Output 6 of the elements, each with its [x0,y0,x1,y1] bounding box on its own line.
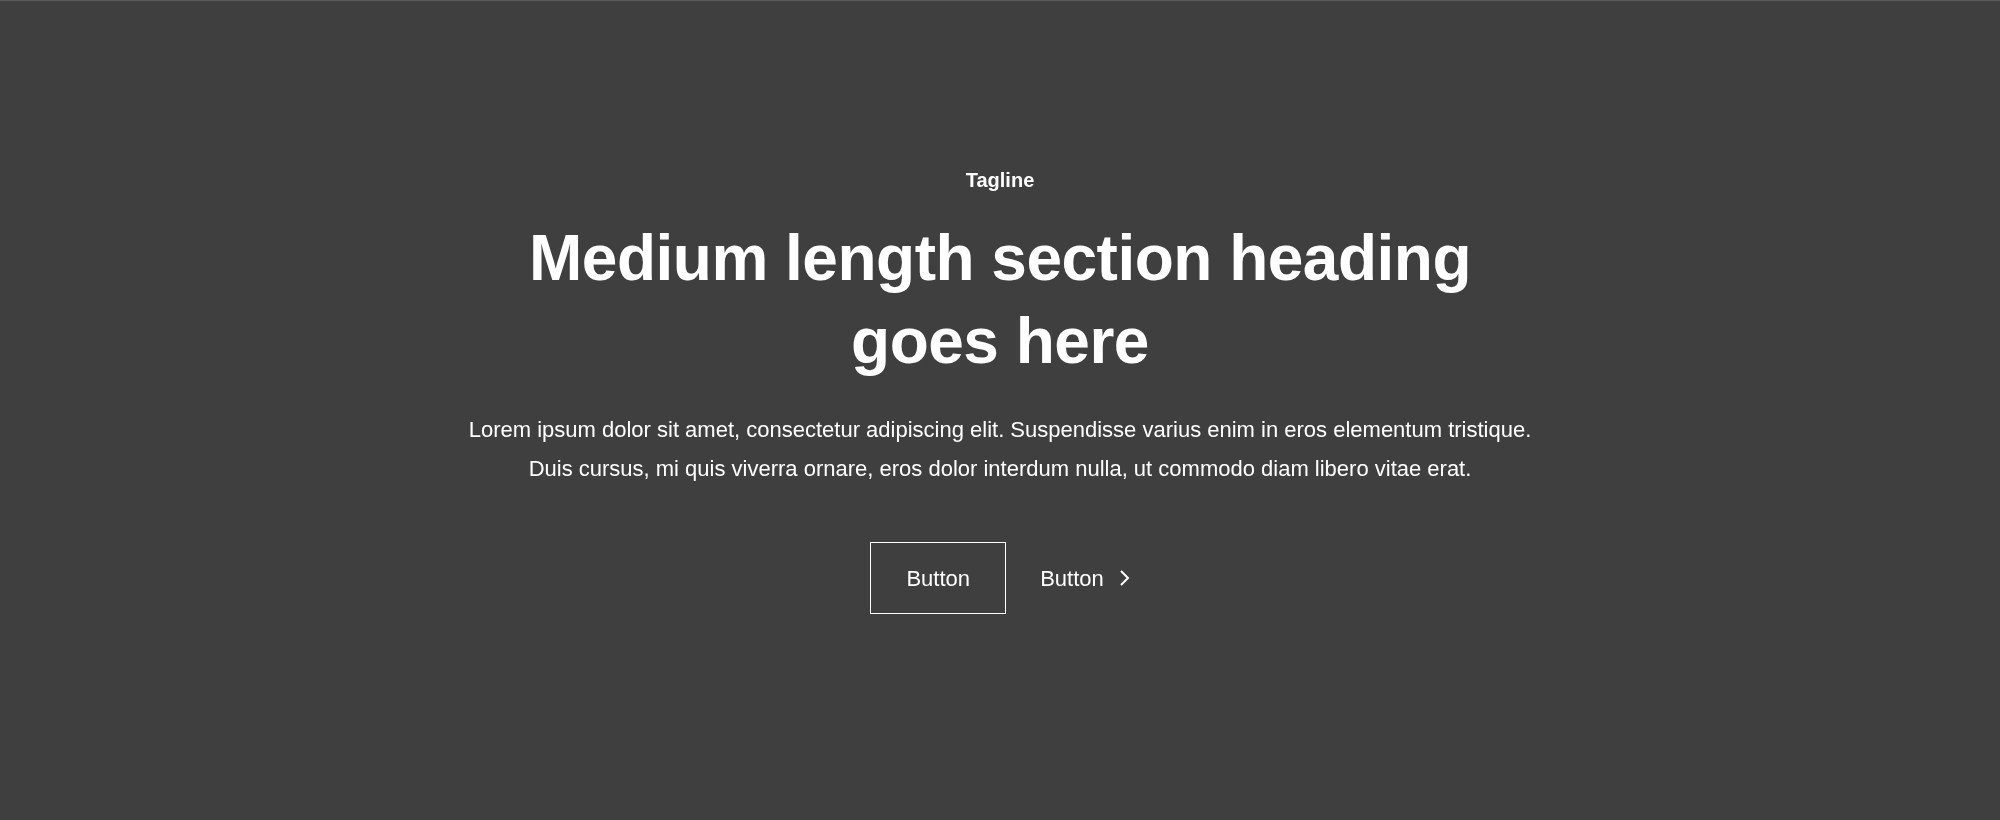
link-button[interactable]: Button [1040,542,1130,614]
description-text: Lorem ipsum dolor sit amet, consectetur adipiscing elit. Suspendisse varius enim in eros elementum tristique. Duis cursus, mi quis viverra ornare, eros dolor interdum nulla, ut commodo diam libero vitae erat. [467,416,1533,483]
section-heading: Medium length section heading goes here [528,221,1472,379]
chevron-right-icon [1117,569,1130,587]
tagline: Tagline [965,168,1035,193]
outline-button[interactable]: Button [870,542,1007,614]
